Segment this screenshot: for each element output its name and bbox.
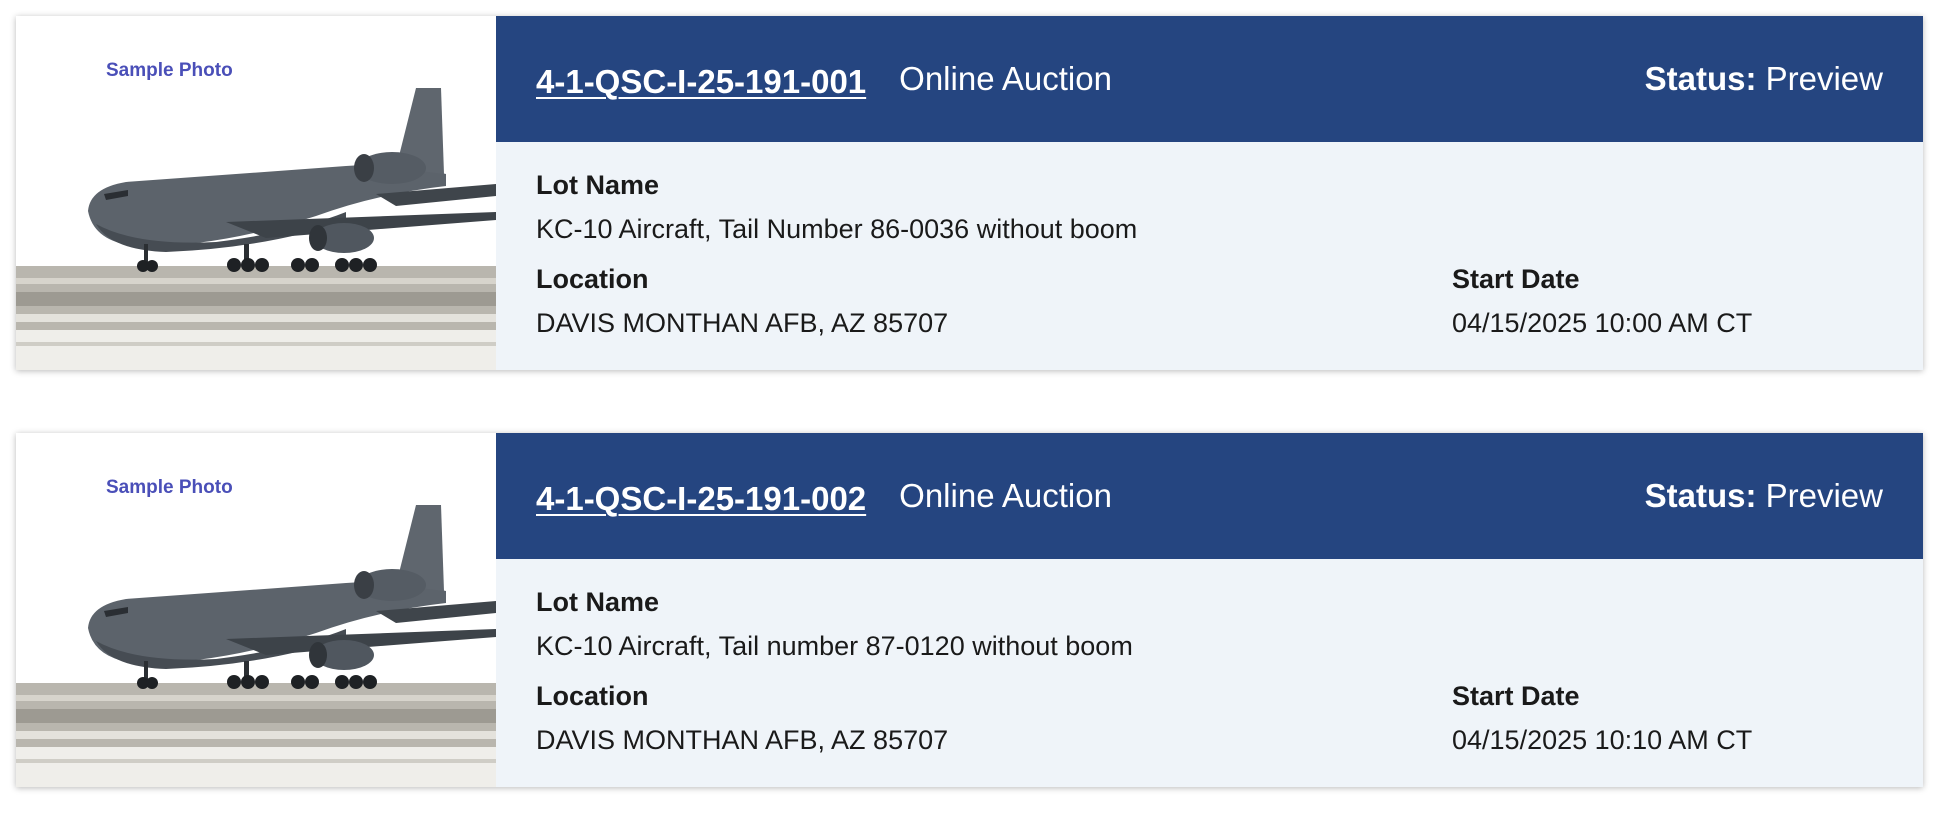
start-date-value: 04/15/2025 10:00 AM CT xyxy=(1452,308,1753,338)
start-date-label: Start Date xyxy=(1452,264,1580,294)
lot-header: 4-1-QSC-I-25-191-001 Online Auction Stat… xyxy=(496,16,1923,142)
location-label: Location xyxy=(536,264,649,294)
status-badge: Status: Preview xyxy=(1645,60,1883,98)
lot-photo[interactable]: Sample Photo xyxy=(16,16,496,370)
auction-type: Online Auction xyxy=(899,477,1112,514)
location-value: DAVIS MONTHAN AFB, AZ 85707 xyxy=(536,308,949,338)
lot-number-link[interactable]: 4-1-QSC-I-25-191-001 xyxy=(536,63,866,101)
lot-photo[interactable]: Sample Photo xyxy=(16,433,496,787)
lot-name-label: Lot Name xyxy=(536,587,660,617)
lot-info: 4-1-QSC-I-25-191-002 Online Auction Stat… xyxy=(496,433,1923,787)
status-label: Status: xyxy=(1644,477,1757,514)
photo-caption: Sample Photo xyxy=(106,477,233,498)
location-value: DAVIS MONTHAN AFB, AZ 85707 xyxy=(536,725,949,755)
lot-details: Lot Name KC-10 Aircraft, Tail number 87-… xyxy=(496,559,1923,787)
status-badge: Status: Preview xyxy=(1645,477,1883,515)
lot-card: Sample Photo 4-1-QSC-I-25-191-001 Online… xyxy=(16,16,1923,370)
lot-name-value: KC-10 Aircraft, Tail Number 86-0036 with… xyxy=(536,214,1138,244)
photo-caption: Sample Photo xyxy=(106,60,233,81)
location-label: Location xyxy=(536,681,649,711)
aircraft-photo: Sample Photo xyxy=(16,16,496,370)
lot-name-label: Lot Name xyxy=(536,170,660,200)
start-date-value: 04/15/2025 10:10 AM CT xyxy=(1452,725,1753,755)
lot-details: Lot Name KC-10 Aircraft, Tail Number 86-… xyxy=(496,142,1923,370)
aircraft-photo: Sample Photo xyxy=(16,433,496,787)
lot-number-link[interactable]: 4-1-QSC-I-25-191-002 xyxy=(536,480,866,518)
start-date-label: Start Date xyxy=(1452,681,1580,711)
auction-type: Online Auction xyxy=(899,60,1112,97)
lot-card: Sample Photo 4-1-QSC-I-25-191-002 Online… xyxy=(16,433,1923,787)
lot-name-value: KC-10 Aircraft, Tail number 87-0120 with… xyxy=(536,631,1133,661)
lot-header: 4-1-QSC-I-25-191-002 Online Auction Stat… xyxy=(496,433,1923,559)
status-value: Preview xyxy=(1765,477,1883,514)
status-label: Status: xyxy=(1644,60,1757,97)
status-value: Preview xyxy=(1765,60,1883,97)
lot-info: 4-1-QSC-I-25-191-001 Online Auction Stat… xyxy=(496,16,1923,370)
